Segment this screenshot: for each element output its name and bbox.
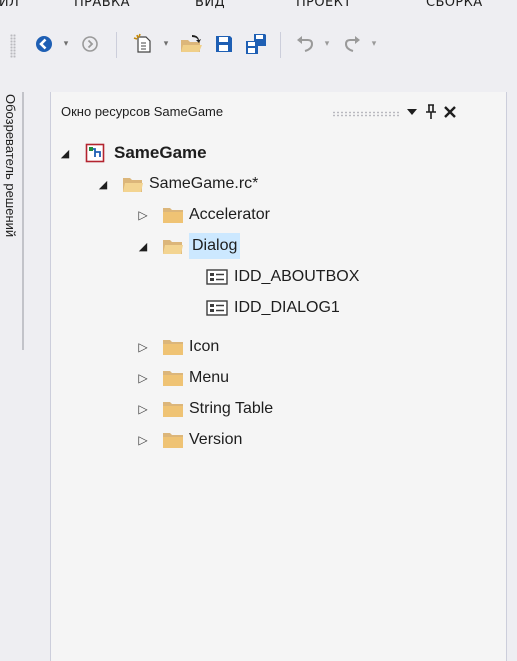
collapsed-arrow-icon[interactable]: ▷	[137, 332, 149, 362]
folder-open-icon	[122, 169, 144, 199]
menu-edit[interactable]: ПРАВКА	[74, 0, 130, 10]
tree-item-menu[interactable]: ▷ Menu	[51, 363, 451, 393]
new-project-icon[interactable]	[130, 30, 156, 58]
project-icon	[85, 138, 107, 168]
tree-item-idd-aboutbox[interactable]: IDD_ABOUTBOX	[51, 262, 451, 292]
undo-icon[interactable]	[293, 30, 317, 58]
tree-label-idd-aboutbox: IDD_ABOUTBOX	[234, 268, 360, 285]
redo-icon[interactable]	[340, 30, 364, 58]
tree-label-menu: Menu	[189, 369, 230, 386]
tree-label-version: Version	[189, 431, 243, 448]
tree-label-root: SameGame	[114, 143, 207, 162]
tree-label-rc-file: SameGame.rc*	[149, 175, 259, 192]
toolbar-grip[interactable]	[10, 34, 16, 58]
tree-item-idd-dialog1[interactable]: IDD_DIALOG1	[51, 293, 451, 323]
folder-icon	[162, 394, 184, 424]
solution-explorer-tab[interactable]: Обозреватель решений	[0, 92, 30, 352]
menu-bar: ФАЙЛ ПРАВКА ВИД ПРОЕКТ СБОРКА	[0, 0, 517, 18]
panel-grip[interactable]	[332, 111, 400, 117]
expanded-arrow-icon[interactable]: ◢	[97, 169, 109, 199]
folder-icon	[162, 200, 184, 230]
tree-item-string-table[interactable]: ▷ String Table	[51, 394, 451, 424]
folder-icon	[162, 363, 184, 393]
new-project-dropdown-icon[interactable]: ▾	[160, 30, 172, 58]
close-icon[interactable]	[441, 102, 459, 122]
back-dropdown-icon[interactable]: ▾	[60, 30, 72, 58]
collapsed-arrow-icon[interactable]: ▷	[137, 200, 149, 230]
resource-view-panel: Окно ресурсов SameGame ◢ SameGame ◢ Same	[50, 92, 507, 661]
tree-label-idd-dialog1: IDD_DIALOG1	[234, 299, 340, 316]
undo-dropdown-icon[interactable]: ▾	[321, 30, 333, 58]
save-all-icon[interactable]	[243, 30, 269, 58]
expanded-arrow-icon[interactable]: ◢	[137, 231, 149, 261]
tree-label-icon: Icon	[189, 338, 220, 355]
dialog-resource-icon	[206, 293, 228, 323]
pin-icon[interactable]	[422, 102, 440, 122]
collapsed-arrow-icon[interactable]: ▷	[137, 363, 149, 393]
tree-item-root[interactable]: ◢ SameGame	[51, 138, 451, 168]
folder-icon	[162, 425, 184, 455]
folder-icon	[162, 332, 184, 362]
redo-dropdown-icon[interactable]: ▾	[368, 30, 380, 58]
panel-header[interactable]: Окно ресурсов SameGame	[51, 92, 506, 126]
tree-item-icon[interactable]: ▷ Icon	[51, 332, 451, 362]
tab-indicator	[22, 92, 24, 350]
tree-item-dialog[interactable]: ◢ Dialog	[51, 231, 451, 261]
tree-item-accelerator[interactable]: ▷ Accelerator	[51, 200, 451, 230]
collapsed-arrow-icon[interactable]: ▷	[137, 394, 149, 424]
open-file-icon[interactable]	[178, 30, 204, 58]
menu-view[interactable]: ВИД	[195, 0, 225, 10]
tree-label-string-table: String Table	[189, 400, 274, 417]
folder-open-icon	[162, 231, 184, 261]
tree-item-rc-file[interactable]: ◢ SameGame.rc*	[51, 169, 451, 199]
dropdown-icon[interactable]	[403, 102, 421, 122]
save-icon[interactable]	[212, 30, 236, 58]
menu-file[interactable]: ФАЙЛ	[0, 0, 19, 10]
tree-label-accelerator: Accelerator	[189, 206, 270, 223]
collapsed-arrow-icon[interactable]: ▷	[137, 425, 149, 455]
menu-build[interactable]: СБОРКА	[426, 0, 483, 10]
back-icon[interactable]	[32, 30, 56, 58]
panel-title: Окно ресурсов SameGame	[61, 104, 224, 119]
forward-icon[interactable]	[78, 30, 102, 58]
solution-explorer-tab-label: Обозреватель решений	[3, 94, 18, 238]
toolbar: ▾ ▾ ▾ ▾	[0, 18, 517, 68]
tree-label-dialog: Dialog	[189, 233, 241, 259]
menu-project[interactable]: ПРОЕКТ	[296, 0, 352, 10]
dialog-resource-icon	[206, 262, 228, 292]
tree-item-version[interactable]: ▷ Version	[51, 425, 451, 455]
expanded-arrow-icon[interactable]: ◢	[59, 138, 71, 168]
